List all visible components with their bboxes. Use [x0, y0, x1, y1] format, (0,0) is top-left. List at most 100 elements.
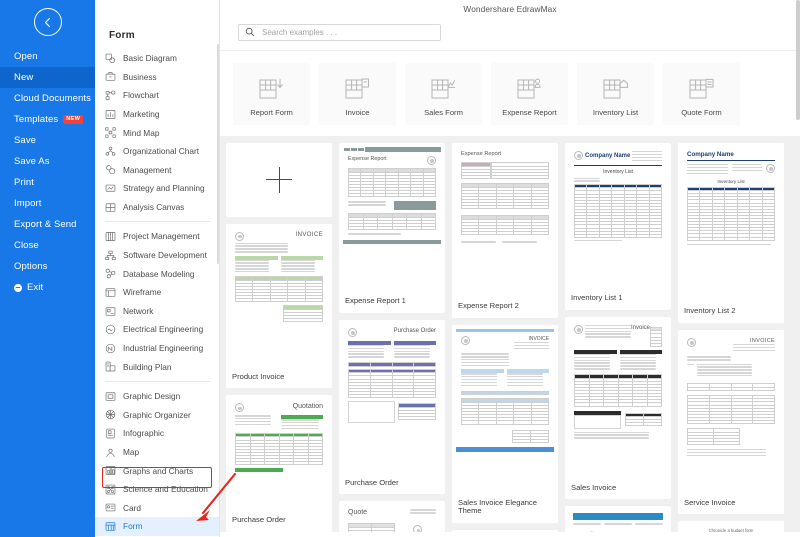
sidebar-item-save[interactable]: Save — [0, 130, 95, 151]
sidebar-item-save-as[interactable]: Save As — [0, 151, 95, 172]
sidebar-item-card[interactable]: Card — [95, 499, 219, 518]
main-scrollbar-thumb[interactable] — [796, 0, 800, 120]
template-thumbnail: INVOICE — [230, 227, 328, 368]
sidebar-item-project-management[interactable]: Project Management — [95, 227, 219, 246]
sidebar-item-wireframe[interactable]: Wireframe — [95, 283, 219, 302]
template-card-quote[interactable]: QuoteQuote — [339, 501, 445, 532]
sidebar-item-building-plan[interactable]: Building Plan — [95, 358, 219, 377]
sidebar-item-label: Import — [14, 197, 42, 209]
sidebar-item-new[interactable]: New — [0, 67, 95, 88]
gallery-column: Company Name Inventory List Inventory List… — [678, 143, 784, 532]
sidebar-item-infographic[interactable]: Infographic — [95, 424, 219, 443]
quick-start-card-label: Report Form — [250, 108, 293, 117]
search-box[interactable] — [238, 24, 441, 41]
template-card-label: Sales Invoice Elegance Theme — [458, 497, 537, 516]
sidebar-item-label: New — [14, 71, 34, 83]
category-divider — [105, 221, 211, 223]
sidebar-item-management[interactable]: Management — [95, 161, 219, 180]
sidebar-item-software-development[interactable]: Software Development — [95, 246, 219, 265]
sidebar-item-analysis-canvas[interactable]: Analysis Canvas — [95, 198, 219, 217]
sidebar-item-business[interactable]: Business — [95, 68, 219, 87]
sidebar-item-graphs-and-charts[interactable]: Graphs and Charts — [95, 461, 219, 480]
template-card-service-invoice[interactable]: INVOICE Service Invoice — [678, 329, 784, 515]
gallery-column: Company Name Inventory List Inventory List… — [565, 143, 671, 532]
sidebar-item-basic-diagram[interactable]: Basic Diagram — [95, 49, 219, 68]
category-label: Network — [123, 305, 154, 316]
gantt-icon — [105, 231, 120, 242]
template-thumbnail: INVOICE — [456, 328, 554, 494]
sidebar-item-industrial-engineering[interactable]: Industrial Engineering — [95, 339, 219, 358]
template-card-purchase-order[interactable]: Quotation Purchase Order — [226, 395, 332, 532]
strategy-icon — [105, 183, 120, 194]
quick-start-card-label: Invoice — [345, 108, 370, 117]
sidebar-item-print[interactable]: Print — [0, 172, 95, 193]
flowchart-icon — [105, 90, 120, 101]
sidebar-item-label: Cloud Documents — [14, 92, 92, 104]
template-card-label: Service Invoice — [684, 497, 736, 507]
category-panel: Form Basic Diagram Business Flowchart Marke… — [95, 0, 220, 537]
template-thumbnail: Purchase Order — [343, 323, 441, 474]
category-label: Analysis Canvas — [123, 201, 185, 212]
search-input[interactable] — [260, 27, 434, 38]
category-scrollbar[interactable] — [216, 44, 219, 264]
template-card-chart-blue[interactable] — [565, 506, 671, 532]
quick-start-card-inventory-list[interactable]: Inventory List — [577, 63, 654, 125]
category-label: Graphic Organizer — [123, 409, 191, 420]
sidebar-item-mind-map[interactable]: Mind Map — [95, 123, 219, 142]
sidebar-item-import[interactable]: Import — [0, 193, 95, 214]
template-card-purchase-order[interactable]: Purchase Order Purchase Order — [339, 319, 445, 495]
quick-start-card-quote-form[interactable]: Quote Form — [663, 63, 740, 125]
template-thumbnail: Expense Report — [343, 147, 441, 292]
sidebar-item-close[interactable]: Close — [0, 235, 95, 256]
template-gallery: INVOICE Product Invoice Quotation Purchase … — [220, 136, 800, 532]
inventory-list-icon — [601, 75, 630, 102]
quick-start-card-sales-form[interactable]: Sales Form — [405, 63, 482, 125]
sidebar-item-form[interactable]: Form — [95, 517, 219, 536]
sidebar-item-templates[interactable]: Templates NEW — [0, 109, 95, 130]
sidebar-item-flowchart[interactable]: Flowchart — [95, 86, 219, 105]
template-card-product-invoice[interactable]: INVOICE Product Invoice — [226, 223, 332, 389]
main-scrollbar[interactable] — [796, 0, 800, 537]
sidebar-item-cloud-documents[interactable]: Cloud Documents — [0, 88, 95, 109]
template-card-sales-invoice[interactable]: Invoice Sales Invoice — [565, 316, 671, 500]
science-icon — [105, 484, 120, 495]
template-card-chart-pie[interactable]: Chronicle a budget form — [678, 521, 784, 532]
template-thumbnail: Company Name Inventory List — [569, 147, 667, 289]
sidebar-item-export-send[interactable]: Export & Send — [0, 214, 95, 235]
category-label: Building Plan — [123, 361, 172, 372]
back-arrow-icon[interactable] — [33, 8, 62, 36]
category-label: Map — [123, 447, 140, 458]
sidebar-item-database-modeling[interactable]: Database Modeling — [95, 265, 219, 284]
category-label: Organizational Chart — [123, 146, 200, 157]
sidebar-item-map[interactable]: Map — [95, 443, 219, 462]
sidebar-item-electrical-engineering[interactable]: Electrical Engineering — [95, 320, 219, 339]
graphic-design-icon — [105, 391, 120, 402]
template-thumbnail: Quotation — [230, 399, 328, 512]
sidebar-item-graphic-design[interactable]: Graphic Design — [95, 387, 219, 406]
template-card-inventory-list-1[interactable]: Company Name Inventory List Inventory List… — [565, 143, 671, 310]
template-card-expense-report-2[interactable]: Expense Report Expense Report 2 — [452, 143, 558, 318]
quick-start-card-report-form[interactable]: Report Form — [233, 63, 310, 125]
template-card-sales-invoice-elegance-theme[interactable]: INVOICE Sales Invoice Elegance Theme — [452, 324, 558, 524]
sidebar-item-exit[interactable]: Exit — [0, 277, 95, 298]
sidebar-item-options[interactable]: Options — [0, 256, 95, 277]
graphs-charts-icon — [105, 465, 120, 476]
sidebar-item-label: Export & Send — [14, 218, 77, 230]
card-icon — [105, 502, 120, 513]
sidebar-item-organizational-chart[interactable]: Organizational Chart — [95, 142, 219, 161]
quick-start-card-expense-report[interactable]: Expense Report — [491, 63, 568, 125]
template-card-requisition-red[interactable]: The company purchase requisition — [452, 530, 558, 532]
sidebar-item-network[interactable]: Network — [95, 302, 219, 321]
template-card-inventory-list-2[interactable]: Company Name Inventory List Inventory List… — [678, 143, 784, 323]
exit-icon — [14, 283, 22, 292]
category-label: Database Modeling — [123, 268, 195, 279]
template-thumbnail: Expense Report — [456, 147, 554, 297]
new-blank-document-card[interactable] — [226, 143, 332, 217]
sidebar-item-marketing[interactable]: Marketing — [95, 105, 219, 124]
sidebar-item-graphic-organizer[interactable]: Graphic Organizer — [95, 406, 219, 425]
sidebar-item-open[interactable]: Open — [0, 46, 95, 67]
template-card-expense-report-1[interactable]: Expense Report Expense Report 1 — [339, 143, 445, 313]
sidebar-item-strategy-and-planning[interactable]: Strategy and Planning — [95, 179, 219, 198]
quick-start-card-invoice[interactable]: Invoice — [319, 63, 396, 125]
sidebar-item-science-and-education[interactable]: Science and Education — [95, 480, 219, 499]
